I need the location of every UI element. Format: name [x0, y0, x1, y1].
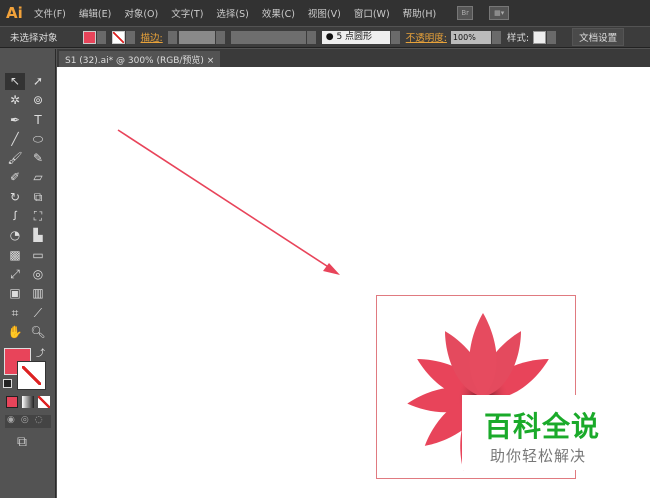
rotate-tool-icon[interactable]: ↻	[5, 189, 25, 206]
menu-window[interactable]: 窗口(W)	[354, 6, 390, 20]
menu-object[interactable]: 对象(O)	[124, 6, 158, 20]
slice-tool-icon[interactable]: ⟋	[28, 305, 48, 322]
eyedropper-tool-icon[interactable]: ⤢	[5, 266, 25, 283]
selection-tool-icon[interactable]: ↖	[5, 73, 25, 90]
stroke-dropdown[interactable]	[125, 30, 135, 44]
perspective-grid-tool-icon[interactable]: ▙	[28, 227, 48, 244]
shape-builder-tool-icon[interactable]: ◔	[5, 227, 25, 244]
style-swatch[interactable]	[533, 30, 547, 44]
menu-select[interactable]: 选择(S)	[216, 6, 248, 20]
default-colors-icon[interactable]	[3, 379, 12, 388]
opacity-dropdown[interactable]	[491, 30, 501, 44]
zoom-tool-icon[interactable]: 🔍︎	[28, 324, 48, 341]
stroke-weight-stepper[interactable]	[167, 30, 177, 44]
stroke-weight-input[interactable]	[178, 30, 215, 44]
mesh-tool-icon[interactable]: ▩	[5, 247, 25, 264]
eraser-tool-icon[interactable]: ▱	[28, 169, 48, 186]
pen-tool-icon[interactable]: ✒	[5, 112, 25, 129]
fill-dropdown[interactable]	[96, 30, 106, 44]
fill-swatch[interactable]	[82, 30, 96, 44]
screen-mode-icon[interactable]: ⧉	[17, 434, 27, 450]
canvas[interactable]: 百科全说 助你轻松解决	[57, 67, 650, 498]
stroke-swatch[interactable]	[111, 30, 125, 44]
menu-view[interactable]: 视图(V)	[308, 6, 341, 20]
none-mode-button[interactable]	[38, 396, 50, 408]
artboard-tool-icon[interactable]: ⌗	[5, 305, 25, 322]
ellipse-tool-icon[interactable]: ⬭	[28, 131, 48, 148]
menu-bar: Ai 文件(F) 编辑(E) 对象(O) 文字(T) 选择(S) 效果(C) 视…	[0, 0, 650, 26]
pencil-tool-icon[interactable]: ✎	[28, 150, 48, 167]
graph-tool-icon[interactable]: ▥	[28, 285, 48, 302]
profile-dropdown[interactable]	[306, 30, 316, 44]
style-dropdown[interactable]	[547, 30, 557, 44]
menu-help[interactable]: 帮助(H)	[403, 6, 437, 20]
arrow-line	[117, 129, 334, 271]
selection-status: 未选择对象	[10, 33, 58, 44]
blob-brush-tool-icon[interactable]: ✐	[5, 169, 25, 186]
watermark: 百科全说 助你轻松解决	[462, 395, 628, 470]
opacity-input[interactable]: 100%	[450, 30, 491, 44]
document-tab-bar: S1 (32).ai* @ 300% (RGB/预览) ×	[57, 49, 650, 67]
magic-wand-tool-icon[interactable]: ✲	[5, 92, 25, 109]
line-tool-icon[interactable]: ╱	[5, 131, 25, 148]
document-tab-title: S1 (32).ai* @ 300% (RGB/预览)	[65, 56, 204, 66]
style-label: 样式:	[506, 33, 530, 44]
gradient-mode-button[interactable]	[22, 396, 34, 408]
menu-type[interactable]: 文字(T)	[171, 6, 203, 20]
brush-value: 5 点圆形	[336, 31, 373, 42]
tools-panel: ↖ ➚ ✲ ⊚ ✒ T ╱ ⬭ 🖌 ✎ ✐ ▱ ↻ ⧉ ꭍ ⛶ ◔ ▙ ▩ ▭ …	[0, 49, 56, 498]
stroke-color-swatch[interactable]	[17, 361, 46, 390]
control-bar: 未选择对象 描边: ● 5 点圆形 不透明度: 100% 样式: 文档设置	[0, 27, 650, 48]
brush-dropdown[interactable]	[390, 30, 400, 44]
stroke-label[interactable]: 描边:	[141, 30, 163, 44]
warp-tool-icon[interactable]: ꭍ	[5, 208, 25, 225]
menu-edit[interactable]: 编辑(E)	[79, 6, 111, 20]
swap-colors-icon[interactable]: ⤴	[36, 346, 45, 359]
free-transform-tool-icon[interactable]: ⛶	[28, 208, 48, 225]
draw-modes[interactable]: ◉◎◌	[5, 415, 51, 428]
scale-tool-icon[interactable]: ⧉	[28, 189, 48, 206]
stroke-weight-dropdown[interactable]	[215, 30, 225, 44]
menu-effect[interactable]: 效果(C)	[262, 6, 295, 20]
variable-width-profile[interactable]	[230, 30, 306, 44]
close-tab-icon[interactable]: ×	[207, 56, 215, 66]
paintbrush-tool-icon[interactable]: 🖌	[5, 150, 25, 167]
lasso-tool-icon[interactable]: ⊚	[28, 92, 48, 109]
watermark-title: 百科全说	[484, 410, 601, 443]
bridge-button[interactable]: Br	[457, 6, 474, 20]
direct-selection-tool-icon[interactable]: ➚	[28, 73, 48, 90]
app-logo: Ai	[6, 4, 23, 22]
hand-tool-icon[interactable]: ✋	[5, 324, 25, 341]
symbol-sprayer-tool-icon[interactable]: ▣	[5, 285, 25, 302]
type-tool-icon[interactable]: T	[28, 112, 48, 129]
opacity-label[interactable]: 不透明度:	[406, 30, 447, 44]
workspace-layout-icon[interactable]: ▦▾	[489, 6, 510, 20]
watermark-subtitle: 助你轻松解决	[490, 447, 587, 465]
brush-definition[interactable]: ● 5 点圆形	[321, 30, 390, 44]
document-tab[interactable]: S1 (32).ai* @ 300% (RGB/预览) ×	[59, 51, 221, 67]
gradient-tool-icon[interactable]: ▭	[28, 247, 48, 264]
color-mode-button[interactable]	[6, 396, 18, 408]
menu-file[interactable]: 文件(F)	[34, 6, 66, 20]
blend-tool-icon[interactable]: ◎	[28, 266, 48, 283]
document-setup-button[interactable]: 文档设置	[572, 28, 625, 46]
